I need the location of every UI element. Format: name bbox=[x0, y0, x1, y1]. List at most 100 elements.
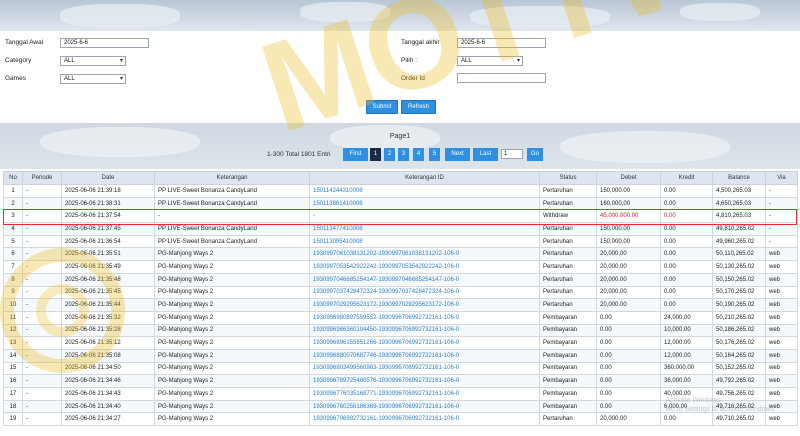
table-row[interactable]: 4-2025-06-06 21:37:45 PP LIVE-Sweet Bonan… bbox=[3, 222, 798, 236]
table-row[interactable]: 7-2025-06-06 21:35:49 PG-Mahjong Ways 2 19… bbox=[3, 260, 798, 274]
header-periode[interactable]: Periode bbox=[22, 171, 62, 185]
category-select[interactable]: ALL ▾ bbox=[60, 56, 126, 66]
cell-status: Pertaruhan bbox=[539, 196, 597, 211]
category-label: Category bbox=[5, 57, 32, 64]
table-row[interactable]: 15-2025-06-06 21:34:50 PG-Mahjong Ways 21… bbox=[3, 361, 798, 376]
cell-no: 18 bbox=[3, 399, 23, 414]
cell-balance: 50,186,265.02 bbox=[712, 323, 766, 338]
page-button-2[interactable]: 2 bbox=[384, 148, 395, 161]
cell-keterangan: PG-Mahjong Ways 2 bbox=[154, 310, 310, 325]
page-button-3[interactable]: 3 bbox=[398, 148, 409, 161]
page-button-1[interactable]: 1 bbox=[370, 148, 381, 161]
submit-button[interactable]: Submit bbox=[366, 100, 398, 114]
cell-debet: 0.00 bbox=[596, 374, 661, 388]
tanggal-awal-label: Tanggal Awal bbox=[5, 39, 44, 46]
cell-keterangan-id[interactable]: 1930997037428472324-1930997037428472324-… bbox=[309, 285, 540, 300]
cell-keterangan-id[interactable]: 150113477410008 bbox=[309, 222, 540, 236]
last-page-button[interactable]: Last bbox=[473, 148, 498, 161]
cell-no: 1 bbox=[3, 184, 23, 198]
table-row[interactable]: 19-2025-06-06 21:34:27 PG-Mahjong Ways 21… bbox=[3, 412, 798, 427]
cell-status: Pertaruhan bbox=[539, 247, 597, 262]
table-header-row: No Periode Date Keterangan Keterangan ID… bbox=[3, 171, 798, 185]
cell-keterangan-id[interactable]: 1930996789725400576-1930996706992732161-… bbox=[309, 374, 540, 388]
cell-keterangan-id[interactable]: 1930996776035168771-1930996706992732161-… bbox=[309, 387, 540, 401]
cell-balance: 50,210,265.02 bbox=[712, 310, 766, 325]
cell-via: web bbox=[765, 310, 798, 325]
header-keterangan-id[interactable]: Keterangan ID bbox=[309, 171, 540, 185]
table-row[interactable]: 1-2025-06-06 21:39:18 PP LIVE-Sweet Bonan… bbox=[3, 184, 798, 198]
cell-kredit: 0.00 bbox=[660, 184, 713, 198]
cell-keterangan-id[interactable]: - bbox=[309, 209, 540, 224]
order-id-input[interactable] bbox=[457, 73, 546, 83]
table-row[interactable]: 16-2025-06-06 21:34:46 PG-Mahjong Ways 21… bbox=[3, 374, 798, 388]
next-page-button[interactable]: Next bbox=[445, 148, 470, 161]
header-via[interactable]: Via bbox=[765, 171, 798, 185]
cell-keterangan-id[interactable]: 1930996966360104450-1930996706992732161-… bbox=[309, 323, 540, 338]
table-row[interactable]: 14-2025-06-06 21:35:08 PG-Mahjong Ways 21… bbox=[3, 348, 798, 363]
header-debet[interactable]: Debet bbox=[596, 171, 661, 185]
cell-keterangan-id[interactable]: 1930997046685254147-1930997046685254147-… bbox=[309, 272, 540, 287]
tanggal-akhir-input[interactable]: 2025-6-6 bbox=[457, 38, 546, 48]
cell-via: web bbox=[765, 272, 798, 287]
refresh-button[interactable]: Refresh bbox=[401, 100, 436, 114]
cell-keterangan-id[interactable]: 1930997053542922242-1930997053542922242-… bbox=[309, 260, 540, 274]
cell-keterangan-id[interactable]: 1930996880070687746-1930996706992732161-… bbox=[309, 348, 540, 363]
cell-debet: 160,000.00 bbox=[596, 196, 661, 211]
header-balance[interactable]: Balance bbox=[712, 171, 766, 185]
pilih-select[interactable]: ALL ▾ bbox=[457, 56, 523, 66]
cell-keterangan-id[interactable]: 1930996896155851266-1930996706992732161-… bbox=[309, 336, 540, 350]
cell-periode: - bbox=[22, 387, 62, 401]
header-no[interactable]: No bbox=[3, 171, 23, 185]
table-row[interactable]: 5-2025-06-06 21:36:54 PP LIVE-Sweet Bonan… bbox=[3, 234, 798, 249]
go-button[interactable]: Go bbox=[527, 148, 543, 161]
table-row[interactable]: 8-2025-06-06 21:35:48 PG-Mahjong Ways 2 19… bbox=[3, 272, 798, 287]
table-row[interactable]: 9-2025-06-06 21:35:45 PG-Mahjong Ways 2 19… bbox=[3, 285, 798, 300]
cell-kredit: 36,000.00 bbox=[660, 374, 713, 388]
cell-balance: 49,710,265.02 bbox=[712, 412, 766, 427]
cell-keterangan-id[interactable]: 1930996803499560963-1930996706992732161-… bbox=[309, 361, 540, 376]
cell-debet: 0.00 bbox=[596, 348, 661, 363]
cell-kredit: 12,000.00 bbox=[660, 348, 713, 363]
cell-balance: 50,152,265.02 bbox=[712, 361, 766, 376]
header-status[interactable]: Status bbox=[539, 171, 597, 185]
cell-balance: 49,792,265.02 bbox=[712, 374, 766, 388]
games-select-value: ALL bbox=[64, 76, 75, 82]
cell-kredit: 360,000.00 bbox=[660, 361, 713, 376]
page-button-5[interactable]: 5 bbox=[429, 148, 440, 161]
games-select[interactable]: ALL ▾ bbox=[60, 74, 126, 84]
cell-keterangan-id[interactable]: 1930997061038131202-1930997061038131202-… bbox=[309, 247, 540, 262]
cell-no: 8 bbox=[3, 272, 23, 287]
header-keterangan[interactable]: Keterangan bbox=[154, 171, 310, 185]
cell-keterangan-id[interactable]: 150114244310008 bbox=[309, 184, 540, 198]
header-date[interactable]: Date bbox=[61, 171, 155, 185]
cell-via: - bbox=[765, 196, 798, 211]
cell-status: Pertaruhan bbox=[539, 285, 597, 300]
cell-via: web bbox=[765, 336, 798, 350]
table-row[interactable]: 10-2025-06-06 21:35:44 PG-Mahjong Ways 21… bbox=[3, 298, 798, 312]
cell-keterangan-id[interactable]: 1930996760256186369-1930996706992732161-… bbox=[309, 399, 540, 414]
first-page-button[interactable]: First bbox=[343, 148, 368, 161]
page-button-4[interactable]: 4 bbox=[413, 148, 424, 161]
cell-keterangan-id[interactable]: 150113095410008 bbox=[309, 234, 540, 249]
cell-keterangan: PG-Mahjong Ways 2 bbox=[154, 285, 310, 300]
cell-status: Pertaruhan bbox=[539, 184, 597, 198]
page-title: Page1 bbox=[389, 133, 411, 140]
table-row[interactable]: 6-2025-06-06 21:35:51 PG-Mahjong Ways 2 19… bbox=[3, 247, 798, 262]
cell-keterangan-id[interactable]: 1930996706992732161-1930996706992732161-… bbox=[309, 412, 540, 427]
cell-keterangan-id[interactable]: 1930997029295623172-1930997029295623172-… bbox=[309, 298, 540, 312]
cell-kredit: 24,000.00 bbox=[660, 310, 713, 325]
table-row[interactable]: 11-2025-06-06 21:35:32 PG-Mahjong Ways 21… bbox=[3, 310, 798, 325]
cell-balance: 4,500,265.03 bbox=[712, 184, 766, 198]
tanggal-awal-input[interactable]: 2025-6-6 bbox=[60, 38, 149, 48]
page-number-input[interactable]: 1 bbox=[501, 149, 523, 159]
cell-kredit: 0.00 bbox=[660, 234, 713, 249]
table-row[interactable]: 3-2025-06-06 21:37:54- - Withdraw 45,000,00… bbox=[3, 209, 798, 224]
cell-keterangan-id[interactable]: 1930996980897559552-1930996706992732161-… bbox=[309, 310, 540, 325]
cell-debet: 0.00 bbox=[596, 310, 661, 325]
table-row[interactable]: 12-2025-06-06 21:35:28 PG-Mahjong Ways 21… bbox=[3, 323, 798, 338]
table-row[interactable]: 13-2025-06-06 21:35:12 PG-Mahjong Ways 21… bbox=[3, 336, 798, 350]
table-row[interactable]: 2-2025-06-06 21:38:31 PP LIVE-Sweet Bonan… bbox=[3, 196, 798, 211]
cell-keterangan-id[interactable]: 150113861410008 bbox=[309, 196, 540, 211]
cell-keterangan: PG-Mahjong Ways 2 bbox=[154, 348, 310, 363]
header-kredit[interactable]: Kredit bbox=[660, 171, 713, 185]
